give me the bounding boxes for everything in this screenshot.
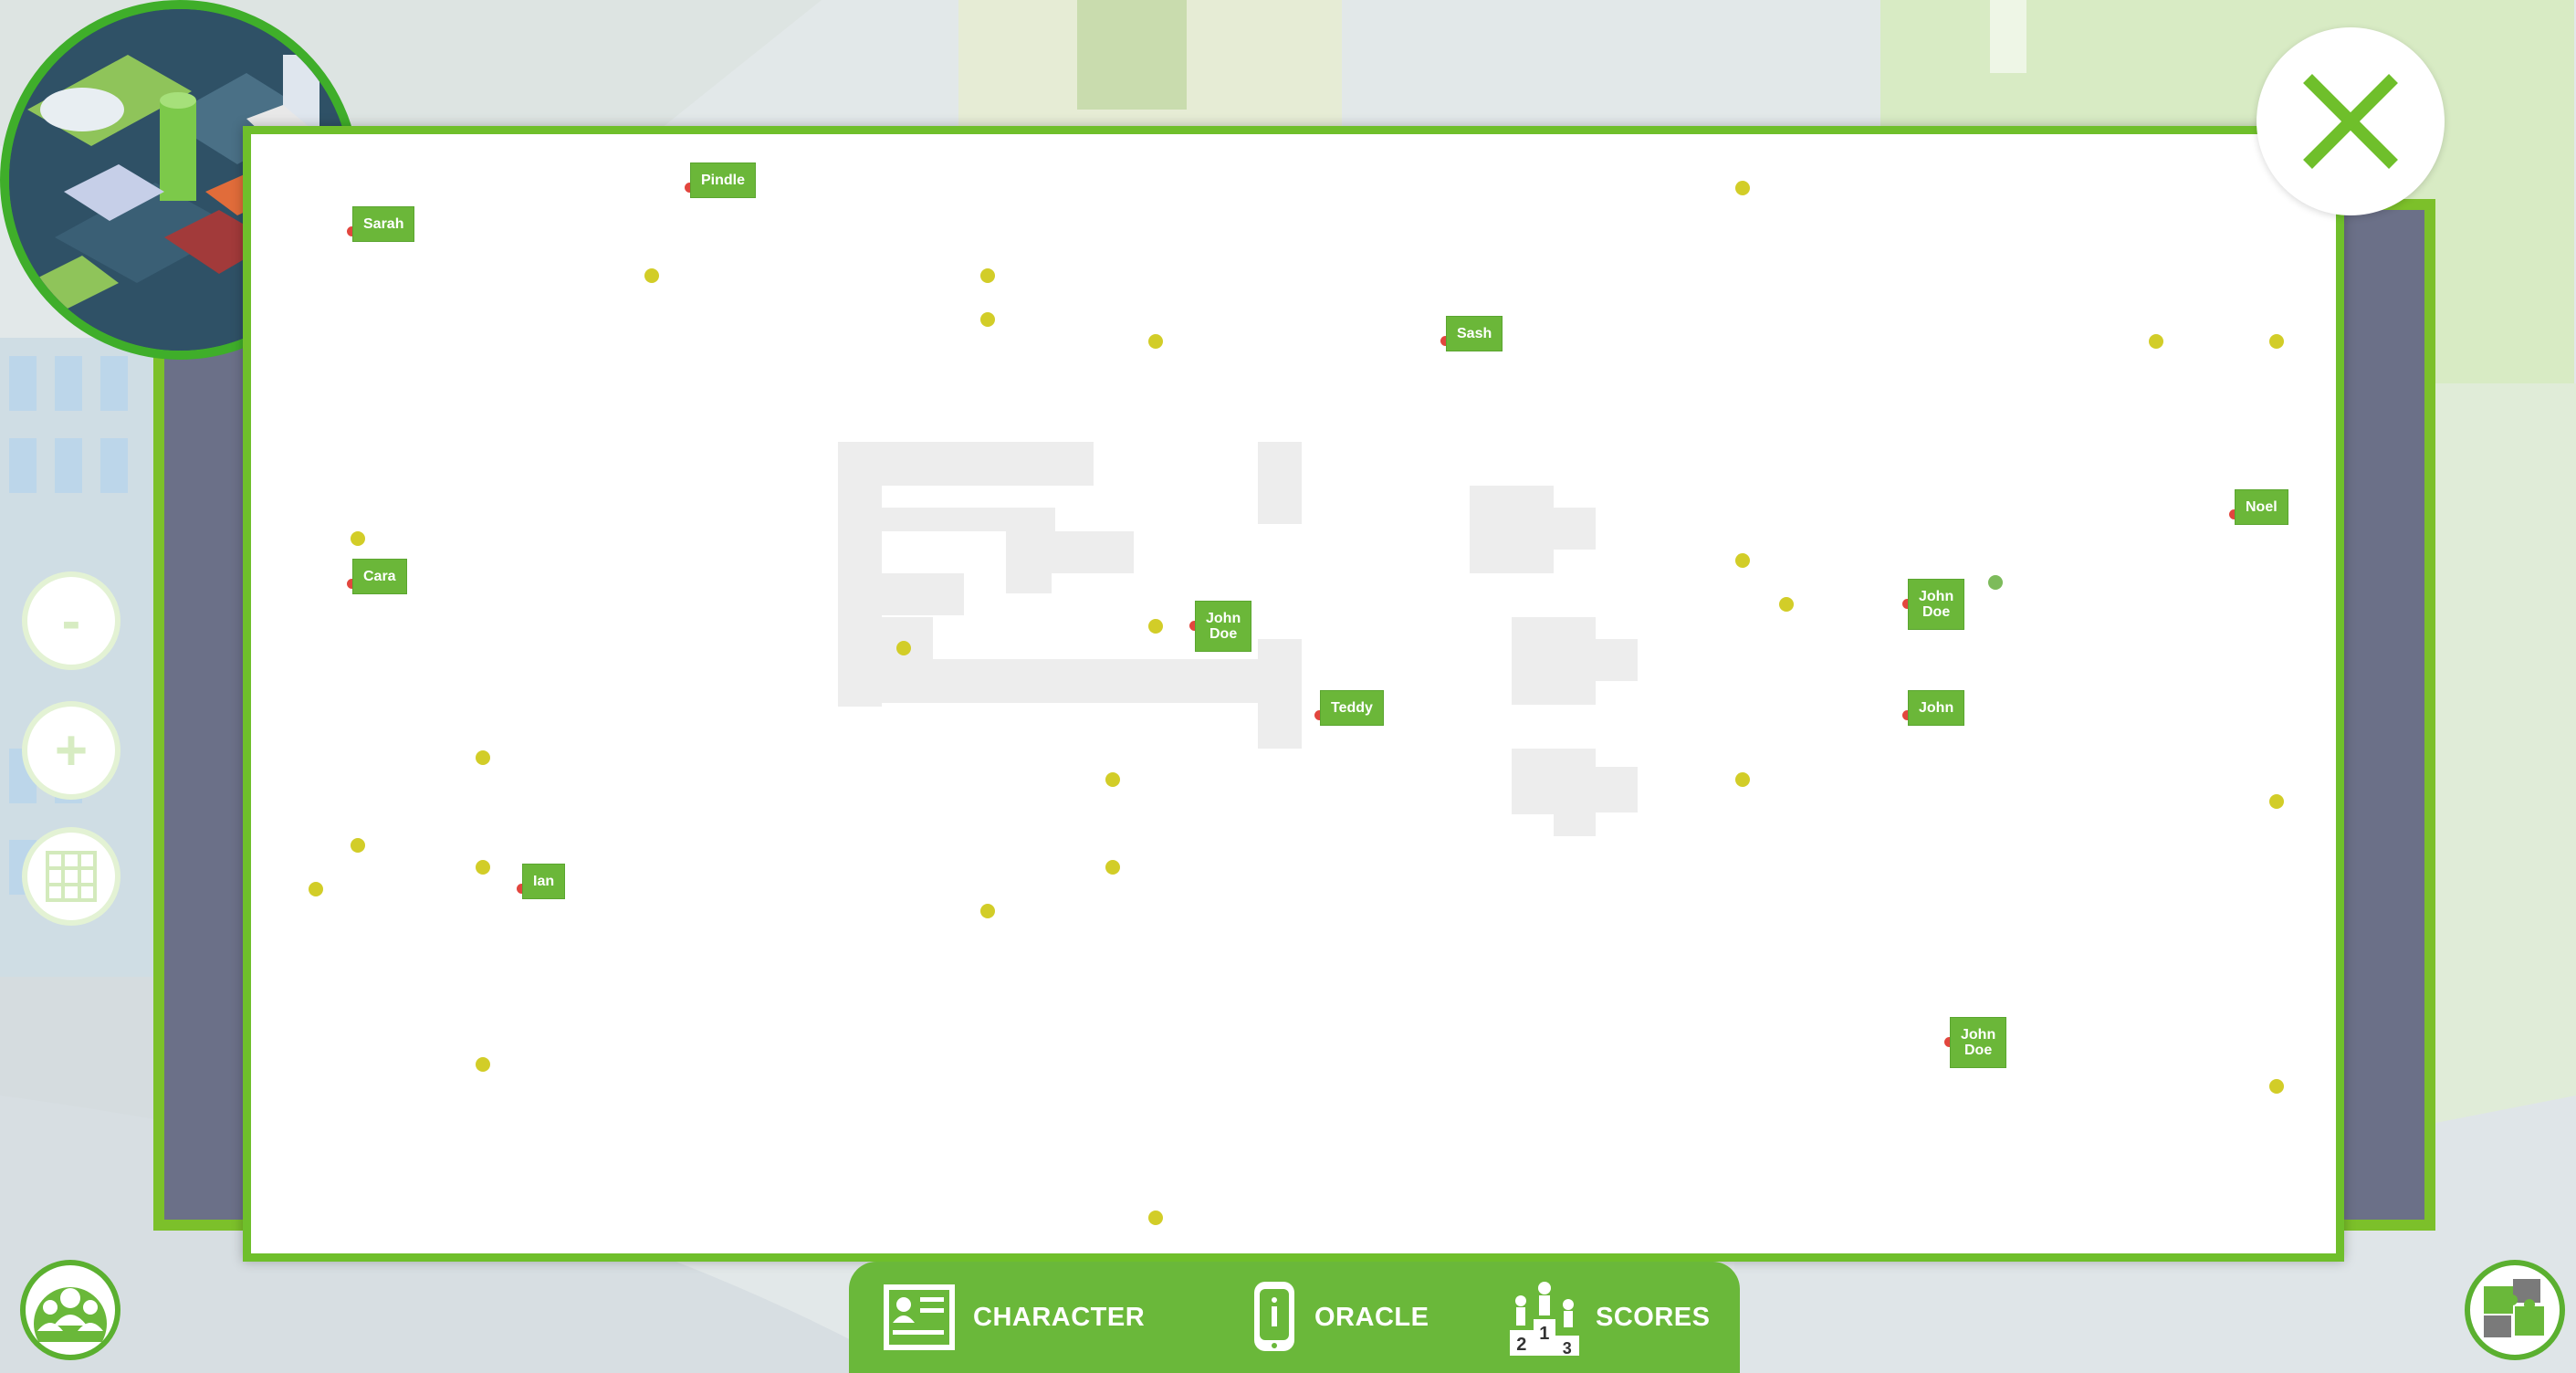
- player-name-tag: Sarah: [352, 206, 415, 242]
- player-name-tag: Cara: [352, 559, 407, 594]
- map-item-dot: [1735, 181, 1750, 195]
- player-name-tag: John Doe: [1195, 601, 1252, 652]
- map-item-dot: [1735, 553, 1750, 568]
- close-button[interactable]: [2257, 27, 2445, 215]
- map-item-dot: [476, 1057, 490, 1072]
- map-item-dot: [476, 860, 490, 875]
- map-wall: [1554, 767, 1638, 812]
- map-item-dot-green: [1988, 575, 2003, 590]
- map-wall: [1258, 442, 1302, 524]
- grid-icon: [46, 851, 97, 902]
- player-name-tag: Noel: [2235, 489, 2288, 525]
- grid-view-button[interactable]: [22, 827, 120, 926]
- map-item-dot: [2269, 334, 2284, 349]
- map-modal: Pindle Sarah Sash Noel Cara John Doe John Doe T…: [243, 126, 2344, 1262]
- map-wall: [1512, 617, 1596, 705]
- svg-text:3: 3: [1563, 1339, 1573, 1356]
- map-item-dot: [2269, 1079, 2284, 1094]
- map-item-dot: [644, 268, 659, 283]
- tab-oracle[interactable]: ORACLE: [1251, 1262, 1429, 1373]
- map-item-dot: [1148, 1211, 1163, 1225]
- map-item-dot: [1148, 334, 1163, 349]
- zoom-out-button[interactable]: -: [22, 571, 120, 670]
- map-item-dot: [896, 641, 911, 655]
- map-item-dot: [351, 838, 365, 853]
- map-wall: [1554, 812, 1596, 836]
- map-item-dot: [980, 312, 995, 327]
- map-item-dot: [980, 904, 995, 918]
- map-item-dot: [1105, 772, 1120, 787]
- map-wall: [1130, 659, 1258, 703]
- map-wall: [882, 508, 1055, 531]
- oracle-phone-icon: [1254, 1282, 1294, 1351]
- puzzle-button[interactable]: [2465, 1260, 2565, 1360]
- map-item-dot: [1779, 597, 1794, 612]
- svg-text:1: 1: [1539, 1324, 1550, 1344]
- player-name-tag: John: [1908, 690, 1965, 726]
- tab-scores[interactable]: 1 2 3 SCORES: [1510, 1262, 1710, 1373]
- team-button[interactable]: [20, 1260, 120, 1360]
- close-icon: [2303, 74, 2398, 169]
- map-item-dot: [2149, 334, 2163, 349]
- tab-character-label: CHARACTER: [973, 1302, 1146, 1332]
- map-item-dot: [1735, 772, 1750, 787]
- player-name-tag: Sash: [1446, 316, 1503, 351]
- map-item-dot: [351, 531, 365, 546]
- player-name-tag: John Doe: [1950, 1017, 2007, 1068]
- map-item-dot: [476, 750, 490, 765]
- player-name-tag: Pindle: [690, 162, 757, 198]
- map-canvas[interactable]: Pindle Sarah Sash Noel Cara John Doe John Doe T…: [251, 134, 2336, 1253]
- player-name-tag: John Doe: [1908, 579, 1965, 630]
- map-wall: [1006, 531, 1134, 573]
- player-name-tag: Teddy: [1320, 690, 1384, 726]
- map-wall: [1258, 639, 1302, 749]
- map-item-dot: [980, 268, 995, 283]
- character-card-icon: [884, 1284, 955, 1350]
- tab-character[interactable]: CHARACTER: [882, 1262, 1145, 1373]
- map-wall: [1596, 639, 1638, 681]
- map-wall: [1554, 508, 1596, 550]
- map-wall: [882, 573, 964, 615]
- bottom-tab-bar: CHARACTER ORACLE 1 2 3 SCORES: [849, 1262, 1740, 1373]
- map-item-dot: [1105, 860, 1120, 875]
- map-wall: [1006, 573, 1052, 593]
- map-item-dot: [309, 882, 323, 896]
- map-wall: [1470, 486, 1554, 573]
- tab-scores-label: SCORES: [1596, 1302, 1711, 1332]
- tab-oracle-label: ORACLE: [1314, 1302, 1429, 1332]
- team-icon: [34, 1287, 107, 1342]
- podium-icon: 1 2 3: [1510, 1282, 1579, 1356]
- map-item-dot: [1148, 619, 1163, 634]
- puzzle-icon: [2484, 1279, 2544, 1337]
- player-name-tag: Ian: [522, 864, 566, 899]
- zoom-in-button[interactable]: +: [22, 701, 120, 800]
- map-item-dot: [2269, 794, 2284, 809]
- svg-text:2: 2: [1516, 1335, 1527, 1355]
